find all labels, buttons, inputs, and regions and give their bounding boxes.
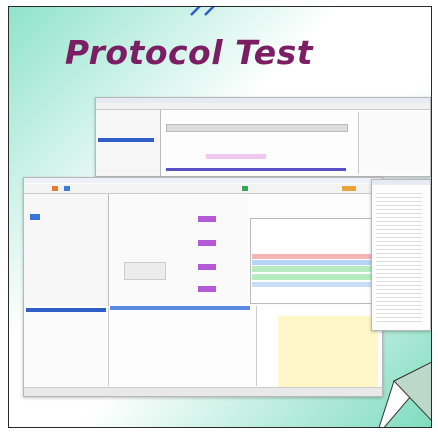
properties-panel [358, 112, 429, 174]
diagram-canvas [110, 194, 248, 306]
tree-header [26, 308, 106, 312]
menubar [24, 178, 382, 183]
page-fold-icon [378, 361, 431, 427]
tree-selected[interactable] [30, 214, 40, 220]
side-header [372, 180, 430, 185]
nav-panel [96, 110, 161, 176]
squiggle-icon [190, 7, 215, 16]
output-header [110, 306, 250, 310]
grid-row-blue [252, 260, 376, 265]
grid-row-red [252, 254, 376, 259]
diagram-node[interactable] [198, 286, 216, 292]
screenshot-side [371, 179, 431, 331]
diagram-node[interactable] [198, 216, 216, 222]
selected-node[interactable] [98, 138, 154, 142]
toolbar [96, 103, 430, 110]
comment-box [124, 262, 166, 280]
yellow-panel [278, 316, 378, 390]
tool-icon-3[interactable] [242, 186, 248, 191]
highlight-row [206, 154, 266, 159]
screenshot-main [23, 177, 383, 397]
grid-row-green [252, 274, 376, 280]
side-text [376, 190, 422, 324]
diagram-node[interactable] [198, 264, 216, 270]
toolbar [24, 184, 382, 194]
slide-panel: Protocol Test [8, 6, 432, 428]
diagram-node[interactable] [198, 240, 216, 246]
statusbar [24, 387, 382, 396]
grid-row-blue [252, 282, 376, 287]
page-title: Protocol Test [64, 33, 314, 72]
tool-icon-4[interactable] [342, 186, 356, 191]
column-header [166, 124, 348, 132]
left-tree [24, 194, 109, 306]
page: Protocol Test [0, 0, 438, 433]
tool-icon-1[interactable] [52, 186, 58, 191]
status-row [166, 168, 346, 171]
tool-icon-2[interactable] [64, 186, 70, 191]
grid-row-green [252, 266, 376, 272]
screenshot-top [95, 97, 431, 177]
bottom-tree [24, 308, 109, 386]
